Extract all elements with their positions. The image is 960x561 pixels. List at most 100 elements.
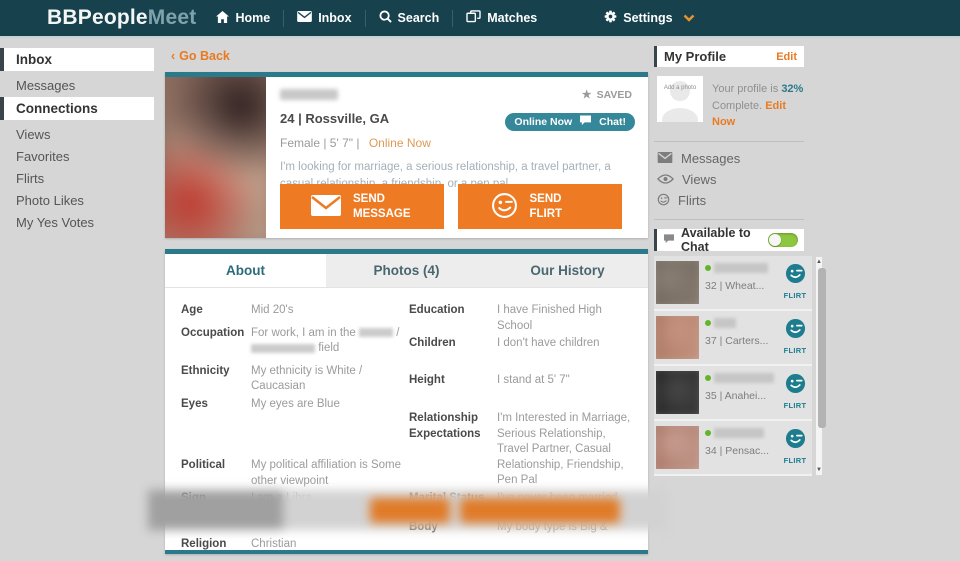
flirt-label: FLIRT — [780, 456, 810, 465]
go-back-link[interactable]: ‹ Go Back — [171, 49, 648, 63]
right-sidebar: My Profile Edit Add a photo Your profile… — [654, 46, 804, 476]
photo-blur-layer — [165, 77, 266, 238]
about-label: Relationship Expectations — [409, 411, 497, 489]
profile-completion: Add a photo Your profile is 32% Complete… — [657, 76, 804, 131]
completion-percent: 32% — [781, 83, 803, 95]
flirt-label: FLIRT — [780, 346, 810, 355]
star-icon: ★ — [582, 88, 592, 101]
about-value: I don't have children — [497, 336, 640, 352]
nav-search-label: Search — [398, 11, 440, 25]
about-label: Ethnicity — [181, 364, 251, 395]
nav-search[interactable]: Search — [379, 10, 440, 26]
about-row-ethnicity: Ethnicity My ethnicity is White / Caucas… — [181, 364, 409, 395]
stat-flirts-label: Flirts — [678, 193, 706, 208]
tab-about[interactable]: About — [165, 254, 326, 287]
profile-name-blurred — [280, 89, 338, 100]
member-name-blurred — [714, 263, 768, 273]
send-flirt-label: SEND FLIRT — [530, 192, 590, 222]
member-name-blurred — [714, 428, 764, 438]
tab-bar: About Photos (4) Our History — [165, 254, 648, 288]
tab-our-history[interactable]: Our History — [487, 254, 648, 287]
flirt-label: FLIRT — [780, 291, 810, 300]
back-chevron-icon: ‹ — [171, 49, 175, 63]
scroll-up-icon[interactable]: ▲ — [816, 257, 822, 267]
online-chat-badge[interactable]: Online Now Chat! — [505, 113, 635, 131]
send-flirt-button[interactable]: SEND FLIRT — [458, 184, 622, 229]
sidebar-item-inbox[interactable]: Inbox — [0, 48, 154, 71]
send-message-button[interactable]: SEND MESSAGE — [280, 184, 444, 229]
saved-badge[interactable]: ★ SAVED — [582, 88, 632, 101]
completion-text: Your profile is 32% Complete. Edit Now — [712, 81, 804, 131]
envelope-icon — [297, 11, 312, 25]
send-message-label: SEND MESSAGE — [353, 192, 413, 222]
scroll-down-icon[interactable]: ▼ — [816, 465, 822, 475]
divider — [654, 141, 804, 142]
chat-badge-label: Chat! — [599, 116, 626, 128]
profile-header-card: 24 | Rossville, GA Female | 5' 7" | Onli… — [165, 72, 648, 238]
redacted-text-chip — [359, 328, 393, 337]
sidebar-item-my-yes-votes[interactable]: My Yes Votes — [0, 212, 160, 233]
flirt-button[interactable]: FLIRT — [780, 261, 810, 309]
list-item[interactable]: 34 | Pensac... FLIRT — [654, 421, 812, 476]
left-sidebar: Inbox Messages Connections Views Favorit… — [0, 36, 160, 561]
list-item[interactable]: 32 | Wheat... FLIRT — [654, 256, 812, 311]
chat-suggestions: 32 | Wheat... FLIRT 37 | Carters... — [654, 256, 804, 476]
sidebar-item-photo-likes[interactable]: Photo Likes — [0, 190, 160, 211]
occupation-suffix: field — [318, 342, 339, 354]
about-label: Height — [409, 373, 497, 389]
stat-messages-label: Messages — [681, 151, 740, 166]
nav-settings[interactable]: Settings — [604, 10, 694, 26]
gear-icon — [604, 10, 617, 26]
about-label: Political — [181, 458, 251, 489]
about-row-children: Children I don't have children — [409, 336, 640, 352]
edit-profile-link[interactable]: Edit — [776, 51, 797, 63]
about-value: Christian — [251, 537, 409, 553]
flirt-button[interactable]: FLIRT — [780, 371, 810, 419]
app-logo[interactable]: BBPeopleMeet — [47, 6, 196, 30]
sidebar-item-views[interactable]: Views — [0, 124, 160, 145]
profile-actions: SEND MESSAGE SEND FLIRT — [280, 184, 622, 229]
matches-icon — [466, 10, 481, 26]
about-value: My eyes are Blue — [251, 397, 409, 413]
wink-smiley-icon — [491, 192, 518, 222]
about-label: Education — [409, 303, 497, 334]
wink-smiley-icon — [785, 381, 806, 398]
avatar-placeholder[interactable]: Add a photo — [657, 76, 703, 122]
my-profile-header: My Profile Edit — [654, 46, 804, 67]
logo-primary: BBPeople — [47, 6, 148, 29]
nav-matches[interactable]: Matches — [466, 10, 537, 26]
available-to-chat-toggle[interactable] — [768, 233, 798, 247]
list-item[interactable]: 37 | Carters... FLIRT — [654, 311, 812, 366]
about-label: Age — [181, 303, 251, 319]
scrollbar-thumb[interactable] — [818, 268, 826, 428]
occupation-separator: / — [396, 327, 399, 339]
about-row-eyes: Eyes My eyes are Blue — [181, 397, 409, 413]
sidebar-item-favorites[interactable]: Favorites — [0, 146, 160, 167]
flirt-button[interactable]: FLIRT — [780, 316, 810, 364]
blur-gray-blob — [148, 490, 283, 530]
sidebar-item-flirts[interactable]: Flirts — [0, 168, 160, 189]
stat-flirts[interactable]: Flirts — [657, 193, 804, 209]
member-name-blurred — [714, 373, 774, 383]
profile-photo-blurred[interactable] — [165, 77, 266, 238]
list-item[interactable]: 35 | Anahei... FLIRT — [654, 366, 812, 421]
stat-messages[interactable]: Messages — [657, 151, 804, 166]
sidebar-item-messages[interactable]: Messages — [0, 75, 160, 96]
tab-photos[interactable]: Photos (4) — [326, 254, 487, 287]
wink-smiley-icon — [785, 326, 806, 343]
stat-views[interactable]: Views — [657, 172, 804, 187]
online-dot-icon — [705, 320, 711, 326]
envelope-icon — [657, 151, 673, 166]
chat-scrollbar[interactable]: ▲ ▼ — [815, 256, 823, 476]
top-navbar: BBPeopleMeet Home Inbox Search Matches S… — [0, 0, 960, 38]
chat-list: 32 | Wheat... FLIRT 37 | Carters... — [654, 256, 812, 476]
sidebar-item-connections[interactable]: Connections — [0, 97, 154, 120]
wink-smiley-icon — [785, 436, 806, 453]
nav-home[interactable]: Home — [216, 11, 270, 26]
nav-inbox[interactable]: Inbox — [297, 11, 351, 25]
flirt-button[interactable]: FLIRT — [780, 426, 810, 474]
main-content: ‹ Go Back 24 | Rossville, GA Female | 5'… — [165, 36, 648, 554]
about-row-relationship-expectations: Relationship Expectations I'm Interested… — [409, 411, 640, 489]
stat-views-label: Views — [682, 172, 716, 187]
available-to-chat-label: Available to Chat — [681, 226, 762, 254]
